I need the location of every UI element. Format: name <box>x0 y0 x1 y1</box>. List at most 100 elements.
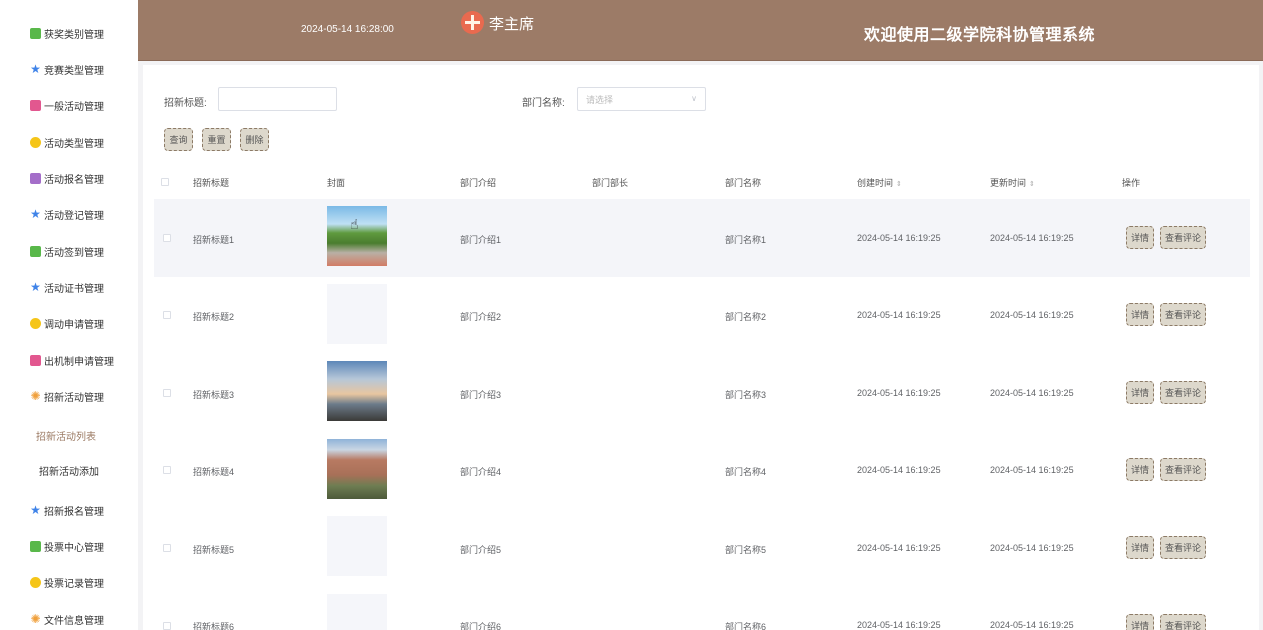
cell-updated: 2024-05-14 16:19:25 <box>990 465 1074 475</box>
cell-created: 2024-05-14 16:19:25 <box>857 543 941 553</box>
column-header-created[interactable]: 创建时间 ⇕ <box>857 176 902 189</box>
view-comments-button[interactable]: 查看评论 <box>1160 536 1206 559</box>
detail-button[interactable]: 详情 <box>1126 614 1154 630</box>
title-filter-input[interactable] <box>218 87 337 111</box>
dept-filter-label: 部门名称: <box>522 98 565 109</box>
row-checkbox[interactable] <box>163 389 171 397</box>
star-icon: ★ <box>30 61 41 76</box>
sidebar-item-label: 活动类型管理 <box>44 138 104 150</box>
header-username[interactable]: 李主席 <box>489 13 534 34</box>
sidebar-item-transfer-request[interactable]: 调动申请管理 <box>0 308 138 338</box>
chat-icon <box>30 245 41 257</box>
cell-dept: 部门名称1 <box>725 235 767 245</box>
hexagon-icon <box>30 136 41 148</box>
detail-button[interactable]: 详情 <box>1126 226 1154 249</box>
cell-intro: 部门介绍1 <box>460 235 502 245</box>
sidebar-subitem-recruit-add[interactable]: 招新活动添加 <box>0 455 138 485</box>
view-comments-button[interactable]: 查看评论 <box>1160 614 1206 630</box>
cover-thumbnail[interactable] <box>327 516 387 576</box>
row-checkbox[interactable] <box>163 311 171 319</box>
cover-thumbnail[interactable] <box>327 206 387 266</box>
doc-icon <box>30 354 41 366</box>
star-icon: ★ <box>30 279 41 294</box>
cell-created: 2024-05-14 16:19:25 <box>857 388 941 398</box>
sidebar-item-activity-register[interactable]: ★ 活动登记管理 <box>0 199 138 229</box>
row-checkbox[interactable] <box>163 622 171 630</box>
delete-button[interactable]: 删除 <box>240 128 269 151</box>
detail-button[interactable]: 详情 <box>1126 536 1154 559</box>
cell-title: 招新标题1 <box>193 235 235 245</box>
avatar[interactable] <box>461 11 484 34</box>
cell-updated: 2024-05-14 16:19:25 <box>990 310 1074 320</box>
reset-button[interactable]: 重置 <box>202 128 231 151</box>
sidebar-item-activity-type[interactable]: 活动类型管理 <box>0 127 138 157</box>
sidebar-item-label: 竞赛类型管理 <box>44 65 104 77</box>
hand-cursor-icon: ☝ <box>350 216 359 232</box>
sidebar-item-mechanism-request[interactable]: 出机制申请管理 <box>0 345 138 375</box>
row-checkbox[interactable] <box>163 544 171 552</box>
sidebar-item-general-activity[interactable]: 一般活动管理 <box>0 90 138 120</box>
query-button[interactable]: 查询 <box>164 128 193 151</box>
system-title: 欢迎使用二级学院科协管理系统 <box>864 27 1096 44</box>
cover-thumbnail[interactable] <box>327 439 387 499</box>
sidebar-item-contest-type[interactable]: ★ 竞赛类型管理 <box>0 54 138 84</box>
detail-button[interactable]: 详情 <box>1126 458 1154 481</box>
column-header-updated[interactable]: 更新时间 ⇕ <box>990 176 1035 189</box>
sidebar-item-label: 出机制申请管理 <box>44 356 114 368</box>
select-all-checkbox[interactable] <box>161 178 169 186</box>
title-filter-label: 招新标题: <box>164 98 207 109</box>
cell-created: 2024-05-14 16:19:25 <box>857 310 941 320</box>
cell-updated: 2024-05-14 16:19:25 <box>990 388 1074 398</box>
column-header-updated-label: 更新时间 <box>990 178 1027 188</box>
sort-icon[interactable]: ⇕ <box>1029 181 1035 188</box>
column-header-dept: 部门名称 <box>725 178 762 188</box>
view-comments-button[interactable]: 查看评论 <box>1160 226 1206 249</box>
sidebar-item-label: 调动申请管理 <box>44 319 104 331</box>
row-checkbox[interactable] <box>163 466 171 474</box>
cell-dept: 部门名称5 <box>725 545 767 555</box>
chevron-down-icon: ∨ <box>691 94 697 103</box>
sidebar-item-label: 一般活动管理 <box>44 101 104 113</box>
sidebar-item-label: 活动登记管理 <box>44 210 104 222</box>
hexagon-icon <box>30 576 41 588</box>
sidebar-item-recruit-activity[interactable]: ✺ 招新活动管理 <box>0 381 138 411</box>
cell-title: 招新标题3 <box>193 390 235 400</box>
sidebar-item-recruit-signup[interactable]: ★ 招新报名管理 <box>0 495 138 525</box>
view-comments-button[interactable]: 查看评论 <box>1160 303 1206 326</box>
gear-icon: ✺ <box>30 611 41 626</box>
cell-dept: 部门名称3 <box>725 390 767 400</box>
sidebar-subitem-recruit-list[interactable]: 招新活动列表 <box>0 420 138 450</box>
detail-button[interactable]: 详情 <box>1126 381 1154 404</box>
gear-icon: ✺ <box>30 388 41 403</box>
cell-created: 2024-05-14 16:19:25 <box>857 620 941 630</box>
table-row <box>154 354 1250 432</box>
cell-title: 招新标题5 <box>193 545 235 555</box>
cell-title: 招新标题4 <box>193 467 235 477</box>
sidebar-item-activity-signup[interactable]: 活动报名管理 <box>0 163 138 193</box>
detail-button[interactable]: 详情 <box>1126 303 1154 326</box>
cover-thumbnail[interactable] <box>327 284 387 344</box>
sidebar-item-activity-certificate[interactable]: ★ 活动证书管理 <box>0 272 138 302</box>
cover-thumbnail[interactable] <box>327 594 387 630</box>
row-checkbox[interactable] <box>163 234 171 242</box>
dept-filter-select[interactable]: 请选择 ∨ <box>577 87 706 111</box>
view-comments-button[interactable]: 查看评论 <box>1160 381 1206 404</box>
sidebar-item-vote-record[interactable]: 投票记录管理 <box>0 567 138 597</box>
chat-icon <box>30 27 41 39</box>
sidebar-item-award-category[interactable]: 获奖类别管理 <box>0 18 138 48</box>
cell-title: 招新标题6 <box>193 622 235 630</box>
cell-dept: 部门名称2 <box>725 312 767 322</box>
sidebar-item-vote-center[interactable]: 投票中心管理 <box>0 531 138 561</box>
column-header-ops: 操作 <box>1122 178 1141 188</box>
sidebar-item-file-info[interactable]: ✺ 文件信息管理 <box>0 604 138 630</box>
dept-filter-placeholder: 请选择 <box>586 94 614 105</box>
sort-icon[interactable]: ⇕ <box>896 181 902 188</box>
chat-icon <box>30 540 41 552</box>
sidebar-item-activity-checkin[interactable]: 活动签到管理 <box>0 236 138 266</box>
view-comments-button[interactable]: 查看评论 <box>1160 458 1206 481</box>
cover-thumbnail[interactable] <box>327 361 387 421</box>
star-icon: ★ <box>30 502 41 517</box>
column-header-intro: 部门介绍 <box>460 178 497 188</box>
cell-created: 2024-05-14 16:19:25 <box>857 233 941 243</box>
sidebar-item-label: 招新报名管理 <box>44 506 104 518</box>
